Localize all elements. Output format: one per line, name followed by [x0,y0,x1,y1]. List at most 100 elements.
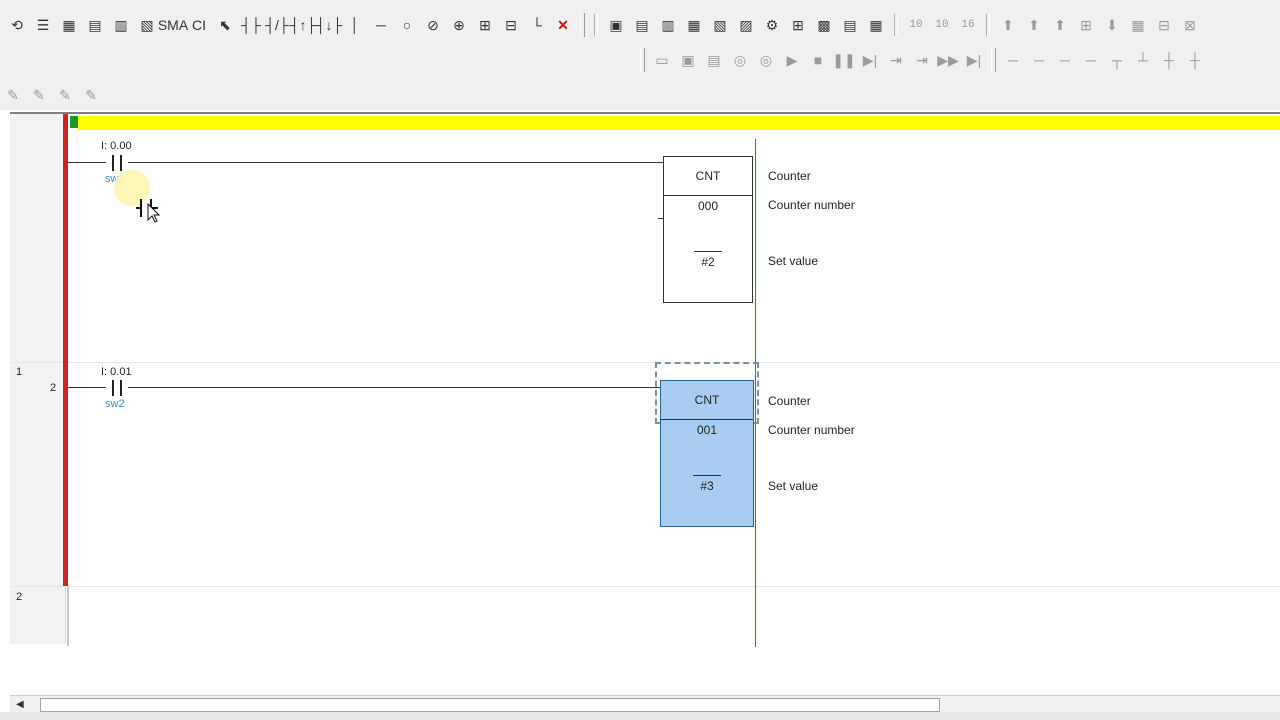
operand-bar [694,251,722,252]
toolbar-row2-button-3[interactable]: ◎ [728,49,752,71]
toolbar-row1b-button-7[interactable]: ⊞ [786,14,810,36]
toolbar-row1-button-15[interactable]: ○ [395,14,419,36]
toolbar-row1b-button-1[interactable]: ▤ [630,14,654,36]
number-format-button-1[interactable]: 10 [930,14,954,36]
toolbar-row1c-button-2[interactable]: ⬆ [1048,14,1072,36]
toolbar-row2-button-2[interactable]: ▤ [702,49,726,71]
toolbar-row1b-button-8[interactable]: ▩ [812,14,836,36]
toolbar-row1c-button-6[interactable]: ⊟ [1152,14,1176,36]
scroll-left-icon[interactable]: ◀ [16,699,24,710]
toolbar-row2b-button-0[interactable]: ─ [1001,49,1025,71]
toolbar-row2-button-1[interactable]: ▣ [676,49,700,71]
toolbar-row3-button-1[interactable]: ✎ [27,84,51,106]
toolbar-row1-button-19[interactable]: ⊟ [499,14,523,36]
toolbar-row1-button-5[interactable]: ▧ [135,14,159,36]
toolbar-row2-button-9[interactable]: ⇥ [884,49,908,71]
toolbar-row3-button-0[interactable]: ✎ [1,84,25,106]
step-number: 2 [50,382,57,394]
instruction-name: CNT [661,381,753,420]
toolbar-area: ⟲ ☰ ▦ ▤ ▥ ▧ SMA CI ⬉ ┤├ ┤/├ ┤↑├ ┤↓├ │ ─ ○ ⊘ ⊕ ⊞ ⊟ └ ✕ ▣ ▤ ▥ ▦ ▧ ▨ ⚙ ⊞… [0,0,1280,110]
rung-highlight-bar[interactable] [78,116,1280,130]
toolbar-row1-button-11[interactable]: ┤↑├ [290,14,317,36]
toolbar-row2-button-6[interactable]: ■ [806,49,830,71]
comment-op1: Counter number [768,423,855,437]
toolbar-row2b-button-3[interactable]: ─ [1079,49,1103,71]
toolbar-row1b-button-4[interactable]: ▧ [708,14,732,36]
toolbar-row1-button-8[interactable]: ⬉ [213,14,237,36]
toolbar-row2b-button-2[interactable]: ─ [1053,49,1077,71]
operand-bar [693,475,721,476]
contact-symbol: sw2 [105,398,125,410]
toolbar-row1-button-13[interactable]: │ [343,14,367,36]
toolbar-row2-button-7[interactable]: ❚❚ [832,49,856,71]
toolbar-row1b-button-10[interactable]: ▦ [864,14,888,36]
toolbar-row2-button-12[interactable]: ▶| [962,49,986,71]
toolbar-row2b-button-7[interactable]: ┼ [1183,49,1207,71]
toolbar-row1c-button-3[interactable]: ⊞ [1074,14,1098,36]
instruction-operand-1: 000 [697,199,719,213]
toolbar-row2b-button-6[interactable]: ┼ [1157,49,1181,71]
toolbar-row2-button-5[interactable]: ▶ [780,49,804,71]
toolbar-row3-button-2[interactable]: ✎ [53,84,77,106]
toolbar-row2-button-11[interactable]: ▶▶ [936,49,960,71]
toolbar-row1-button-4[interactable]: ▥ [109,14,133,36]
toolbar-row1c-button-7[interactable]: ⊠ [1178,14,1202,36]
toolbar-separator [894,14,898,36]
toolbar-row1-button-21[interactable]: ✕ [551,14,575,36]
toolbar-row2-button-8[interactable]: ▶| [858,49,882,71]
toolbar-row1b-button-5[interactable]: ▨ [734,14,758,36]
toolbar-row1-button-10[interactable]: ┤/├ [265,14,289,36]
toolbar-row2-button-4[interactable]: ◎ [754,49,778,71]
comment-name: Counter [768,169,811,183]
toolbar-grip[interactable] [640,48,645,72]
toolbar-row1b-button-9[interactable]: ▤ [838,14,862,36]
toolbar-row1-button-7[interactable]: CI [187,14,211,36]
toolbar-row1c-button-5[interactable]: ▦ [1126,14,1150,36]
contact-sw2[interactable] [106,380,128,396]
toolbar-grip[interactable] [991,48,996,72]
toolbar-row2b-button-4[interactable]: ┬ [1105,49,1129,71]
toolbar-row1-button-20[interactable]: └ [525,14,549,36]
number-format-button-0[interactable]: 10 [904,14,928,36]
toolbar-row1-button-9[interactable]: ┤├ [239,14,263,36]
comment-op2: Set value [768,479,819,493]
toolbar-row1c-button-4[interactable]: ⬇ [1100,14,1124,36]
toolbar-row1-button-12[interactable]: ┤↓├ [316,14,343,36]
instruction-operand-2: #2 [701,255,715,269]
toolbar-row1-button-6[interactable]: SMA [158,14,188,36]
toolbar-row2-button-0[interactable]: ▭ [650,49,674,71]
toolbar-row1c-button-1[interactable]: ⬆ [1022,14,1046,36]
toolbar-row3-button-3[interactable]: ✎ [79,84,103,106]
toolbar-row1b-button-0[interactable]: ▣ [604,14,628,36]
toolbar-row1c-button-0[interactable]: ⬆ [996,14,1020,36]
status-strip [0,712,1280,720]
rung-number: 1 [16,366,23,378]
toolbar-row1-button-3[interactable]: ▤ [83,14,107,36]
toolbar-row1-button-17[interactable]: ⊕ [447,14,471,36]
toolbar-row1b-button-3[interactable]: ▦ [682,14,706,36]
toolbar-row2b-button-5[interactable]: ┴ [1131,49,1155,71]
comment-name: Counter [768,394,811,408]
toolbar-row1-button-2[interactable]: ▦ [57,14,81,36]
toolbar-row2-button-10[interactable]: ⇥ [910,49,934,71]
rung-separator [10,586,1280,587]
cnt-instruction-1[interactable]: CNT 001 #3 [660,380,754,527]
toolbar-row1b-button-6[interactable]: ⚙ [760,14,784,36]
ladder-editor[interactable]: 1 2 2 I: 0.00 sw1 CNT 000 #2 Counter Cou… [10,112,1280,699]
cnt-instruction-0[interactable]: CNT 000 #2 [663,156,753,303]
toolbar-row2b-button-1[interactable]: ─ [1027,49,1051,71]
contact-address: I: 0.01 [101,366,132,378]
toolbar-row1-button-14[interactable]: ─ [369,14,393,36]
scrollbar-thumb[interactable] [40,698,940,712]
horizontal-scrollbar[interactable]: ◀ [10,695,1280,713]
toolbar-row1-button-16[interactable]: ⊘ [421,14,445,36]
number-format-button-2[interactable]: 16 [956,14,980,36]
toolbar-row1-button-0[interactable]: ⟲ [5,14,29,36]
toolbar-row1b-button-2[interactable]: ▥ [656,14,680,36]
toolbar-row1-button-1[interactable]: ☰ [31,14,55,36]
toolbar-separator [594,14,598,36]
toolbar-grip[interactable] [580,13,585,37]
toolbar-row1-button-18[interactable]: ⊞ [473,14,497,36]
contact-tool-cursor [114,170,161,223]
rung-separator [10,362,1280,363]
